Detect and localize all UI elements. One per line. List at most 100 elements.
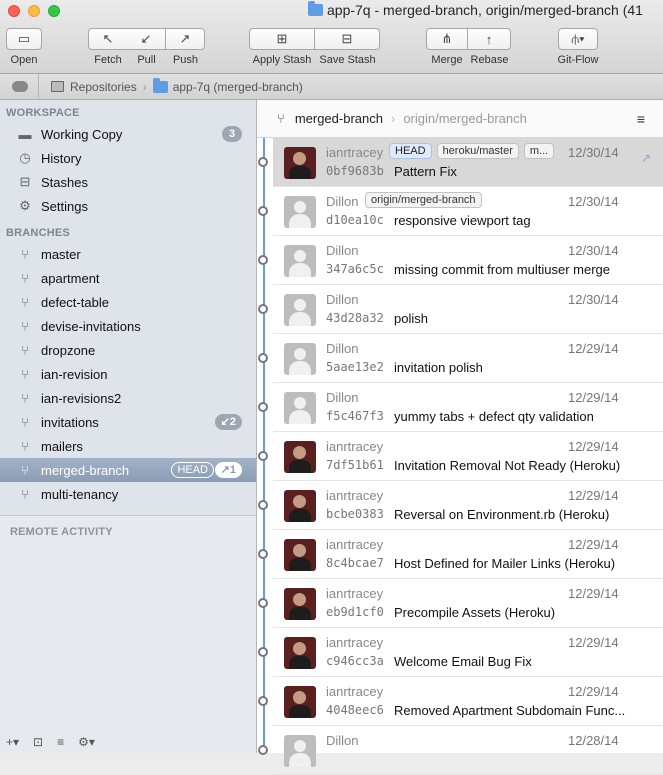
breadcrumb-chevron-icon: › bbox=[142, 79, 147, 94]
breadcrumb-current-repo[interactable]: app-7q (merged-branch) bbox=[152, 77, 303, 94]
gear-icon[interactable]: ⚙▾ bbox=[78, 735, 95, 749]
sidebar-item-branch-merged-branch[interactable]: ⑂ merged-branch HEAD ↗1 bbox=[0, 458, 256, 482]
commit-date: 12/30/14 bbox=[568, 194, 619, 209]
commit-row[interactable]: ianrtracey 12/29/14 8c4bcae7 Host Defined f… bbox=[258, 530, 663, 579]
sidebar-item-branch-apartment[interactable]: ⑂ apartment bbox=[0, 266, 256, 290]
close-window-button[interactable] bbox=[8, 5, 20, 17]
commit-node bbox=[258, 451, 268, 461]
sidebar-item-branch-mailers[interactable]: ⑂ mailers bbox=[0, 434, 256, 458]
commit-row[interactable]: Dillon origin/merged-branch 12/30/14 d10ea1… bbox=[258, 187, 663, 236]
sidebar-item-working-copy[interactable]: ▬ Working Copy 3 bbox=[0, 122, 256, 146]
commit-message: Precompile Assets (Heroku) bbox=[394, 605, 556, 620]
upstream-branch-name[interactable]: origin/merged-branch bbox=[403, 111, 527, 126]
add-icon[interactable]: +▾ bbox=[6, 735, 19, 749]
commit-row[interactable]: ianrtracey 12/29/14 bcbe0383 Reversal on En… bbox=[258, 481, 663, 530]
commit-node bbox=[258, 745, 268, 755]
save-stash-button[interactable]: ⊟ bbox=[315, 28, 380, 50]
breadcrumb-repositories[interactable]: Repositories bbox=[51, 80, 137, 94]
branch-icon: ⑂ bbox=[21, 414, 29, 430]
commit-sha: 0bf9683b bbox=[326, 164, 384, 178]
sidebar-item-label: Settings bbox=[41, 198, 88, 214]
sidebar-item-branch-ian-revision[interactable]: ⑂ ian-revision bbox=[0, 362, 256, 386]
commit-row[interactable]: ianrtracey 12/29/14 7df51b61 Invitation Rem… bbox=[258, 432, 663, 481]
branch-label: ian-revisions2 bbox=[41, 390, 122, 406]
save-stash-icon: ⊟ bbox=[341, 31, 353, 46]
commit-sha: 8c4bcae7 bbox=[326, 556, 384, 570]
fetch-label: Fetch bbox=[94, 54, 122, 66]
sidebar-item-branch-defect-table[interactable]: ⑂ defect-table bbox=[0, 290, 256, 314]
window-title: app-7q - merged-branch, origin/merged-br… bbox=[308, 1, 643, 18]
avatar bbox=[284, 735, 316, 767]
remote-activity-title: REMOTE ACTIVITY bbox=[10, 526, 113, 538]
commit-author: Dillon bbox=[326, 292, 359, 307]
ahead-count-badge: ↗1 bbox=[214, 462, 242, 478]
branch-label: apartment bbox=[41, 270, 100, 286]
commit-row[interactable]: ianrtracey 12/29/14 eb9d1cf0 Precompile Ass… bbox=[258, 579, 663, 628]
commit-message: Reversal on Environment.rb (Heroku) bbox=[394, 507, 610, 522]
commit-author: Dillon bbox=[326, 243, 359, 258]
avatar bbox=[284, 147, 316, 179]
zoom-window-button[interactable] bbox=[48, 5, 60, 17]
behind-count-badge: ↙2 bbox=[214, 414, 242, 430]
commit-message: Invitation Removal Not Ready (Heroku) bbox=[394, 458, 621, 473]
sidebar-item-branch-invitations[interactable]: ⑂ invitations ↙2 bbox=[0, 410, 256, 434]
sidebar-item-branch-dropzone[interactable]: ⑂ dropzone bbox=[0, 338, 256, 362]
ref-tag: heroku/master bbox=[436, 143, 519, 159]
sidebar-item-branch-multi-tenancy[interactable]: ⑂ multi-tenancy bbox=[0, 482, 256, 506]
commit-sha: f5c467f3 bbox=[326, 409, 384, 423]
branch-label: invitations bbox=[41, 414, 99, 430]
gitflow-button[interactable]: ⫛▾ bbox=[558, 28, 598, 50]
fetch-button[interactable]: ↖ bbox=[88, 28, 128, 50]
commit-message: polish bbox=[394, 311, 428, 326]
apply-stash-icon: ⊞ bbox=[276, 31, 288, 46]
commit-row[interactable]: Dillon 12/29/14 f5c467f3 yummy tabs + defec… bbox=[258, 383, 663, 432]
commit-row[interactable]: Dillon 12/30/14 43d28a32 polish bbox=[258, 285, 663, 334]
push-icon: ↗ bbox=[179, 31, 191, 46]
sidebar-item-label: History bbox=[41, 150, 82, 166]
open-button[interactable]: ▭ bbox=[6, 28, 42, 50]
sidebar-item-branch-devise-invitations[interactable]: ⑂ devise-invitations bbox=[0, 314, 256, 338]
commit-sha: 7df51b61 bbox=[326, 458, 384, 472]
branch-icon: ⑂ bbox=[21, 318, 29, 334]
path-bar: Repositories › app-7q (merged-branch) bbox=[0, 73, 663, 100]
commit-message: missing commit from multiuser merge bbox=[394, 262, 610, 277]
gitflow-icon: ⫛▾ bbox=[571, 31, 585, 46]
sidebar-item-stashes[interactable]: ⊟ Stashes bbox=[0, 170, 256, 194]
commit-row[interactable]: ianrtracey HEAD heroku/master m... 12/30/14 0… bbox=[258, 138, 663, 187]
commit-author: ianrtracey bbox=[326, 635, 384, 650]
branch-icon: ⑂ bbox=[21, 342, 29, 358]
pull-button[interactable]: ↙ bbox=[127, 28, 166, 50]
sidebar-item-settings[interactable]: ⚙ Settings bbox=[0, 194, 256, 218]
apply-stash-button[interactable]: ⊞ bbox=[249, 28, 315, 50]
sidebar-item-branch-master[interactable]: ⑂ master bbox=[0, 242, 256, 266]
push-button[interactable]: ↗ bbox=[166, 28, 205, 50]
list-icon[interactable]: ≡ bbox=[57, 735, 64, 749]
repository-icon bbox=[51, 81, 64, 92]
minimize-window-button[interactable] bbox=[28, 5, 40, 17]
commit-date: 12/28/14 bbox=[568, 733, 619, 748]
sidebar: WORKSPACE ▬ Working Copy 3 ◷ History ⊟ S… bbox=[0, 100, 257, 753]
rebase-button[interactable]: ↑ bbox=[468, 28, 511, 50]
commit-row[interactable]: Dillon 12/28/14 bbox=[258, 726, 663, 775]
menu-icon[interactable]: ≡ bbox=[637, 111, 645, 127]
commit-row[interactable]: ianrtracey 12/29/14 4048eec6 Removed Apartm… bbox=[258, 677, 663, 726]
commit-sha: 4048eec6 bbox=[326, 703, 384, 717]
commit-row[interactable]: Dillon 12/29/14 5aae13e2 invitation polish bbox=[258, 334, 663, 383]
commit-date: 12/30/14 bbox=[568, 243, 619, 258]
commit-row[interactable]: Dillon 12/30/14 347a6c5c missing commit fro… bbox=[258, 236, 663, 285]
commit-row[interactable]: ianrtracey 12/29/14 c946cc3a Welcome Email … bbox=[258, 628, 663, 677]
cloud-icon[interactable] bbox=[12, 81, 28, 92]
commit-message: Welcome Email Bug Fix bbox=[394, 654, 532, 669]
commit-author: Dillon bbox=[326, 390, 359, 405]
ref-tags: origin/merged-branch bbox=[365, 192, 482, 208]
sidebar-item-history[interactable]: ◷ History bbox=[0, 146, 256, 170]
commit-author: ianrtracey bbox=[326, 145, 384, 160]
branch-label: devise-invitations bbox=[41, 318, 141, 334]
merge-label: Merge bbox=[431, 54, 463, 66]
merge-button[interactable]: ⋔ bbox=[426, 28, 468, 50]
sidebar-item-branch-ian-revisions2[interactable]: ⑂ ian-revisions2 bbox=[0, 386, 256, 410]
filter-icon[interactable]: ⊡ bbox=[33, 735, 43, 749]
current-branch-name[interactable]: merged-branch bbox=[295, 111, 383, 126]
window-titlebar: app-7q - merged-branch, origin/merged-br… bbox=[0, 0, 663, 74]
upstream-arrow-icon: ↗ bbox=[640, 151, 651, 165]
